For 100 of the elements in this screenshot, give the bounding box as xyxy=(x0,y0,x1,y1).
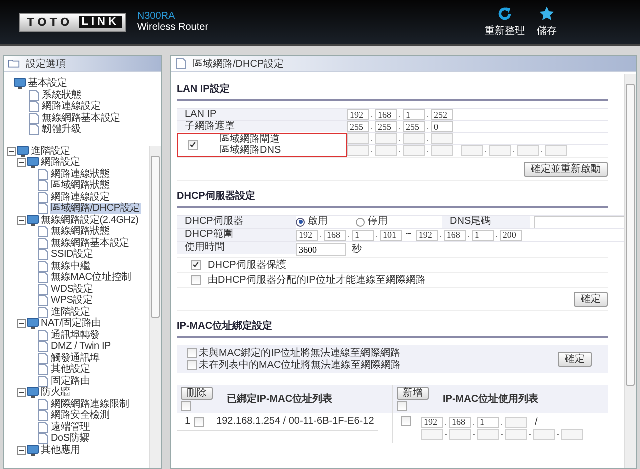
ip-octet-field[interactable]: 168 xyxy=(444,230,466,240)
toolbar-action[interactable]: 重新整理 xyxy=(485,24,525,38)
tree-item[interactable]: 網路連線設定 xyxy=(41,101,102,112)
scrollbar[interactable] xyxy=(624,74,636,468)
ip-octet-field[interactable]: 101 xyxy=(380,230,402,240)
confirm-button[interactable]: 確定 xyxy=(574,292,608,307)
tree-item[interactable]: 無線網路基本設定 xyxy=(50,238,130,249)
collapse-icon[interactable] xyxy=(17,158,26,168)
collapse-icon[interactable] xyxy=(17,388,26,398)
tree-item[interactable]: NAT/固定路由 xyxy=(40,318,102,330)
ip-octet-field[interactable]: 1 xyxy=(477,416,499,428)
ip-octet-field[interactable] xyxy=(505,416,527,428)
scrollbar-thumb[interactable] xyxy=(626,84,635,386)
select-all-checkbox[interactable] xyxy=(397,401,407,411)
tree-item[interactable]: 區域網路狀態 xyxy=(50,180,111,192)
mac-segment-field[interactable] xyxy=(505,428,527,440)
tree-item[interactable]: 無線網路基本設定 xyxy=(41,112,122,124)
checkbox[interactable] xyxy=(187,360,197,370)
toolbar-action[interactable]: 儲存 xyxy=(537,24,557,38)
mac-segment-field[interactable] xyxy=(449,428,471,440)
lease-time-field[interactable]: 3600 xyxy=(296,243,346,256)
tree-item[interactable]: DMZ / Twin IP xyxy=(50,341,112,352)
ip-octet-field[interactable]: 255 xyxy=(403,121,425,132)
collapse-icon[interactable] xyxy=(17,446,26,455)
tree-item[interactable]: 網際網路連線限制 xyxy=(50,398,130,410)
ip-octet-field[interactable]: 168 xyxy=(375,109,397,120)
checkbox[interactable] xyxy=(191,275,201,285)
delete-button[interactable]: 刪除 xyxy=(181,387,213,400)
tree-item[interactable]: WPS設定 xyxy=(50,295,94,306)
ip-octet-field[interactable]: 168 xyxy=(449,416,471,428)
tree-item[interactable]: 固定路由 xyxy=(50,376,92,387)
ip-octet-field[interactable] xyxy=(517,145,539,156)
checkbox[interactable] xyxy=(191,260,201,270)
tree-item[interactable]: DoS防禦 xyxy=(50,433,90,444)
add-button[interactable]: 新增 xyxy=(397,387,429,400)
scrollbar[interactable] xyxy=(149,146,161,468)
ip-octet-field[interactable] xyxy=(375,145,397,156)
dns-suffix-field[interactable] xyxy=(534,216,624,228)
mac-segment-field[interactable] xyxy=(477,428,499,440)
tree-item[interactable]: 無線中繼 xyxy=(50,260,92,272)
tree-item[interactable]: 網路連線設定 xyxy=(50,192,111,203)
tree-item[interactable]: 網路連線狀態 xyxy=(50,168,111,180)
tree-item[interactable]: 進階設定 xyxy=(50,306,92,318)
ip-octet-field[interactable] xyxy=(347,133,369,144)
ip-octet-field[interactable]: 0 xyxy=(431,121,453,132)
tree-item[interactable]: 遠端管理 xyxy=(50,422,92,433)
mac-segment-field[interactable] xyxy=(533,428,555,440)
checkbox[interactable] xyxy=(188,140,198,150)
tree-item[interactable]: 網路安全檢測 xyxy=(50,410,111,422)
tree-item[interactable]: 無線網路設定(2.4GHz) xyxy=(40,214,140,226)
ip-octet-field[interactable] xyxy=(431,133,453,144)
confirm-button[interactable]: 確定 xyxy=(558,352,592,366)
refresh-icon[interactable] xyxy=(497,6,513,22)
ip-octet-field[interactable]: 1 xyxy=(403,109,425,120)
mac-segment-field[interactable] xyxy=(561,428,583,440)
ip-octet-field[interactable] xyxy=(403,133,425,144)
tree-item[interactable]: WDS設定 xyxy=(50,284,94,295)
ip-octet-field[interactable] xyxy=(545,145,567,156)
ip-octet-field[interactable]: 255 xyxy=(347,121,369,132)
ip-octet-field[interactable]: 192 xyxy=(421,416,443,428)
ip-octet-field[interactable] xyxy=(431,145,453,156)
checkbox[interactable] xyxy=(187,348,197,358)
scrollbar-thumb[interactable] xyxy=(151,156,160,318)
collapse-icon[interactable] xyxy=(17,319,26,328)
ip-octet-field[interactable]: 192 xyxy=(416,230,438,240)
tree-item[interactable]: 其他應用 xyxy=(40,444,82,456)
ip-octet-field[interactable]: 192 xyxy=(347,109,369,120)
ip-octet-field[interactable]: 1 xyxy=(352,230,374,240)
apply-restart-button[interactable]: 確定並重新啟動 xyxy=(524,162,608,177)
tree-item[interactable]: 防火牆 xyxy=(40,387,72,398)
ip-octet-field[interactable] xyxy=(403,145,425,156)
mac-segment-field[interactable] xyxy=(421,428,443,440)
tree-item[interactable]: 系統狀態 xyxy=(41,90,82,101)
tree-item[interactable]: 基本設定 xyxy=(27,78,68,90)
ip-octet-field[interactable] xyxy=(347,145,369,156)
tree-item[interactable]: 無線網路狀態 xyxy=(50,226,111,238)
radio-button[interactable] xyxy=(296,218,305,226)
tree-item[interactable]: 無線MAC位址控制 xyxy=(50,272,132,284)
checkbox[interactable] xyxy=(194,416,204,426)
tree-item[interactable]: 進階設定 xyxy=(30,146,72,157)
ip-octet-field[interactable] xyxy=(461,145,483,156)
ip-octet-field[interactable] xyxy=(489,145,511,156)
tree-item[interactable]: 其他設定 xyxy=(50,364,92,376)
ip-octet-field[interactable]: 192 xyxy=(296,230,318,240)
radio-button[interactable] xyxy=(356,218,365,226)
select-all-checkbox[interactable] xyxy=(181,401,191,411)
tree-item[interactable]: 區域網路/DHCP設定 xyxy=(50,203,141,214)
ip-octet-field[interactable]: 168 xyxy=(324,230,346,240)
collapse-icon[interactable] xyxy=(17,216,26,225)
ip-octet-field[interactable]: 200 xyxy=(500,230,522,240)
star-icon[interactable] xyxy=(539,6,555,22)
ip-octet-field[interactable]: 252 xyxy=(431,109,453,120)
ip-octet-field[interactable]: 1 xyxy=(472,230,494,240)
checkbox[interactable] xyxy=(401,416,411,426)
tree-item[interactable]: 通訊埠轉發 xyxy=(50,330,102,341)
ip-octet-field[interactable]: 255 xyxy=(375,121,397,132)
tree-item[interactable]: SSID設定 xyxy=(50,249,94,260)
tree-item[interactable]: 韌體升級 xyxy=(41,124,82,136)
collapse-icon[interactable] xyxy=(7,146,16,156)
tree-item[interactable]: 網路設定 xyxy=(40,157,82,168)
